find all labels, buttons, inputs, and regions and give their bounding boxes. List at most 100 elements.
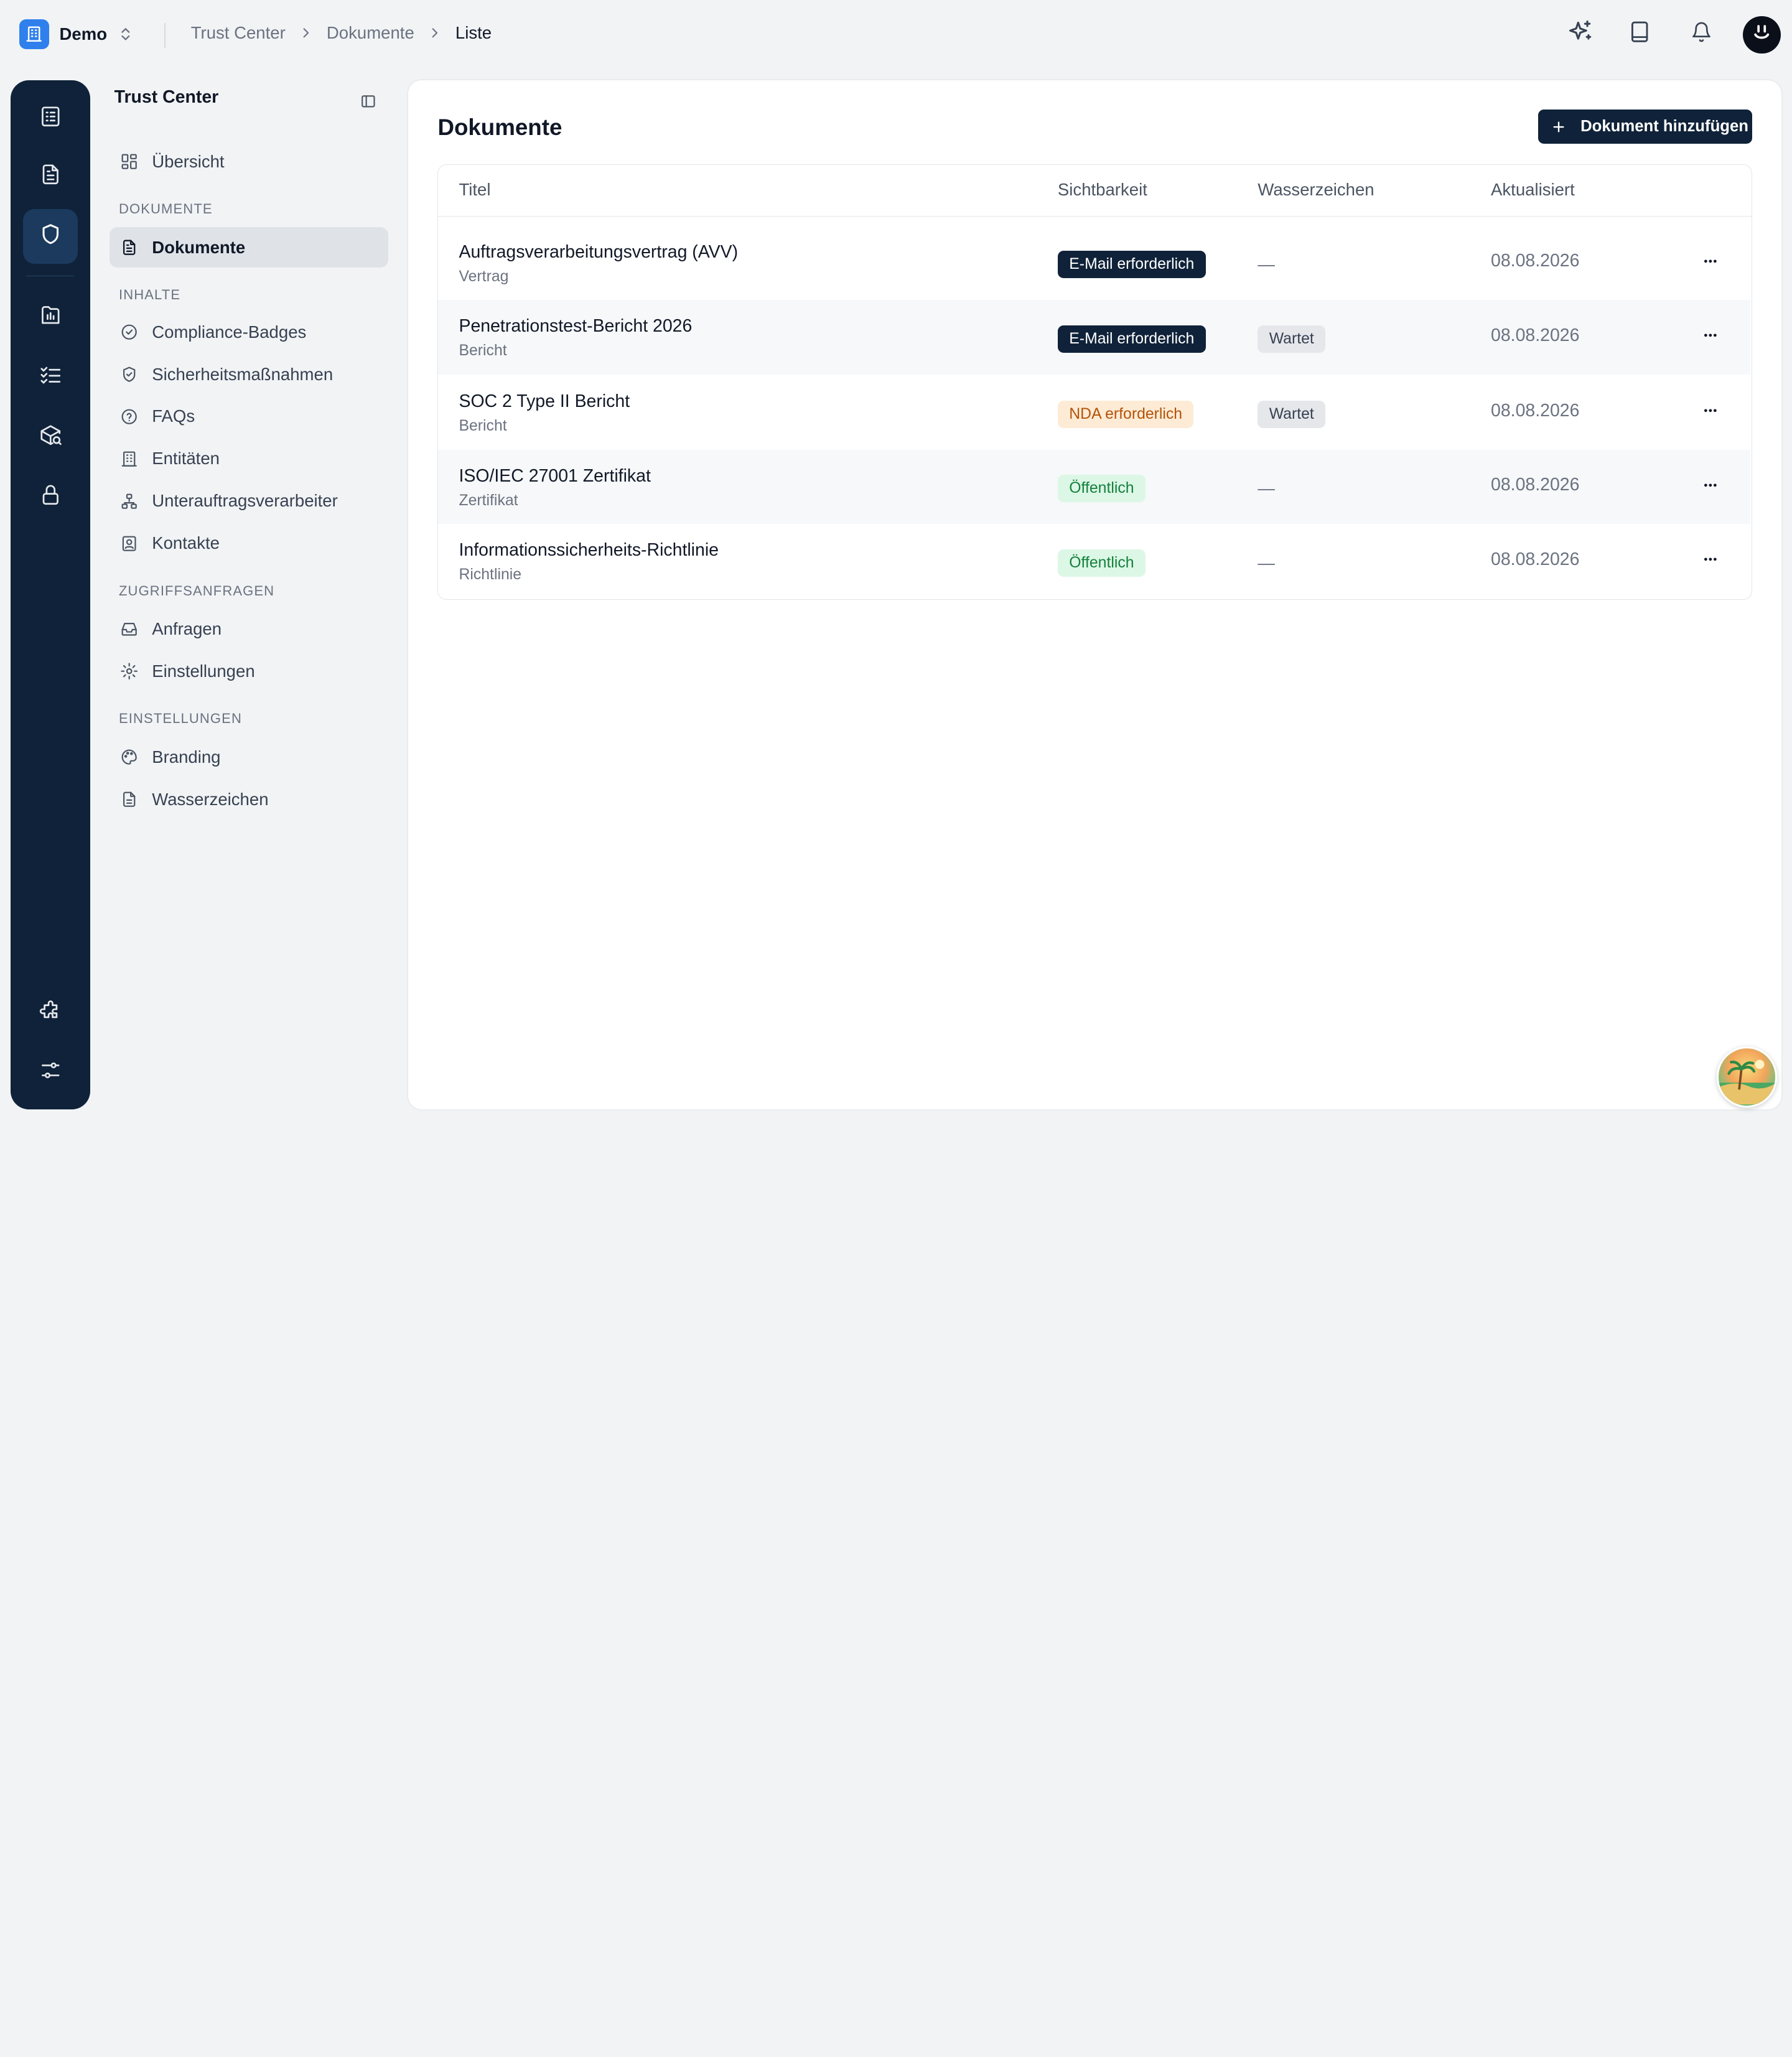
visibility-badge: NDA erforderlich xyxy=(1057,400,1194,428)
breadcrumb-dokumente[interactable]: Dokumente xyxy=(327,23,414,43)
document-icon xyxy=(39,162,63,192)
shield-icon xyxy=(39,222,63,251)
table-row[interactable]: Auftragsverarbeitungsvertrag (AVV) Vertr… xyxy=(438,226,1750,300)
task-list-icon xyxy=(39,105,63,134)
column-header-visibility[interactable]: Sichtbarkeit xyxy=(1058,180,1147,200)
building-icon xyxy=(120,450,138,468)
table-row[interactable]: Penetrationstest-Bericht 2026 Bericht E-… xyxy=(438,300,1750,375)
sidebar-item-branding[interactable]: Branding xyxy=(110,737,388,777)
package-search-icon xyxy=(39,423,63,452)
table-row[interactable]: Informationssicherheits-Richtlinie Richt… xyxy=(438,524,1750,598)
rail-security[interactable] xyxy=(23,470,78,525)
documents-table: Titel Sichtbarkeit Wasserzeichen Aktuali… xyxy=(437,164,1752,600)
docs-button[interactable] xyxy=(1624,18,1656,50)
collapse-sidebar-button[interactable] xyxy=(359,95,377,113)
updated-date: 08.08.2026 xyxy=(1491,400,1580,421)
main-content: Dokumente Dokument hinzufügen Titel Sich… xyxy=(408,80,1782,1110)
sidebar-item-subprocessors[interactable]: Unterauftragsverarbeiter xyxy=(110,481,388,521)
ai-assistant-button[interactable] xyxy=(1564,18,1596,50)
breadcrumb-current: Liste xyxy=(455,22,492,42)
sidebar-item-label: Einstellungen xyxy=(152,661,255,681)
checklist-icon xyxy=(39,363,63,392)
sidebar-item-access-settings[interactable]: Einstellungen xyxy=(110,651,388,691)
sidebar-item-label: Sicherheitsmaßnahmen xyxy=(152,364,334,384)
sidebar-item-label: Wasserzeichen xyxy=(152,789,269,809)
table-row[interactable]: ISO/IEC 27001 Zertifikat Zertifikat Öffe… xyxy=(438,449,1750,525)
sidebar-item-requests[interactable]: Anfragen xyxy=(110,609,388,649)
watermark-status: — xyxy=(1258,553,1275,572)
user-avatar[interactable] xyxy=(1742,16,1781,54)
sidebar-item-documents[interactable]: Dokumente xyxy=(110,227,389,268)
sidebar-item-watermark[interactable]: Wasserzeichen xyxy=(110,780,388,819)
document-title[interactable]: Penetrationstest-Bericht 2026 xyxy=(459,316,692,337)
section-label-settings: EINSTELLUNGEN xyxy=(119,711,242,727)
row-actions-button[interactable] xyxy=(1696,398,1725,428)
notifications-button[interactable] xyxy=(1686,18,1717,50)
rail-integrations[interactable] xyxy=(23,986,78,1041)
help-circle-icon xyxy=(120,408,138,426)
more-horizontal-icon xyxy=(1702,253,1719,274)
sidebar-item-overview[interactable]: Übersicht xyxy=(110,142,388,182)
updated-date: 08.08.2026 xyxy=(1491,325,1580,345)
breadcrumb-trust-center[interactable]: Trust Center xyxy=(191,23,286,43)
table-row[interactable]: SOC 2 Type II Bericht Bericht NDA erford… xyxy=(438,375,1750,449)
workspace-switcher[interactable]: Demo xyxy=(19,19,133,49)
chart-icon xyxy=(39,303,63,332)
rail-documents[interactable] xyxy=(23,150,78,205)
visibility-badge: E-Mail erforderlich xyxy=(1057,325,1206,353)
rail-settings[interactable] xyxy=(23,1046,78,1101)
sidebar-item-compliance-badges[interactable]: Compliance-Badges xyxy=(110,312,388,352)
column-header-watermark[interactable]: Wasserzeichen xyxy=(1258,180,1374,200)
sidebar-item-security-measures[interactable]: Sicherheitsmaßnahmen xyxy=(110,354,388,394)
document-title[interactable]: Auftragsverarbeitungsvertrag (AVV) xyxy=(459,242,738,263)
row-actions-button[interactable] xyxy=(1696,547,1725,577)
more-horizontal-icon xyxy=(1702,403,1719,424)
floating-support-avatar[interactable] xyxy=(1716,1047,1778,1108)
section-label-documents: DOKUMENTE xyxy=(119,201,213,217)
row-actions-button[interactable] xyxy=(1696,249,1725,279)
rail-vendors[interactable] xyxy=(23,410,78,465)
document-title[interactable]: SOC 2 Type II Bericht xyxy=(459,391,630,412)
sidebar-item-label: Branding xyxy=(152,747,221,767)
sidebar-item-entities[interactable]: Entitäten xyxy=(110,439,388,478)
page-title: Dokumente xyxy=(437,114,562,140)
visibility-badge: Öffentlich xyxy=(1057,549,1146,577)
row-actions-button[interactable] xyxy=(1696,473,1725,503)
rail-tasks[interactable] xyxy=(23,91,78,146)
plus-icon xyxy=(1552,120,1566,134)
sidebar-title: Trust Center xyxy=(114,86,219,107)
sidebar-item-contacts[interactable]: Kontakte xyxy=(110,523,388,563)
sidebar-item-label: Anfragen xyxy=(152,619,222,639)
updated-date: 08.08.2026 xyxy=(1491,549,1580,569)
sidebar-item-label: FAQs xyxy=(152,406,195,426)
column-header-title[interactable]: Titel xyxy=(459,180,490,200)
updated-date: 08.08.2026 xyxy=(1491,475,1580,495)
rail-reports[interactable] xyxy=(23,291,78,345)
chevron-right-icon xyxy=(298,25,314,41)
column-header-updated[interactable]: Aktualisiert xyxy=(1491,180,1575,200)
sidebar-item-faqs[interactable]: FAQs xyxy=(110,396,388,436)
gear-icon xyxy=(120,662,138,680)
top-bar: Demo Trust Center Dokumente Liste xyxy=(0,0,1792,68)
watermark-status: Wartet xyxy=(1258,325,1326,353)
contact-icon xyxy=(120,534,138,553)
document-title[interactable]: Informationssicherheits-Richtlinie xyxy=(459,540,718,561)
smiley-avatar-icon xyxy=(1749,20,1774,50)
more-horizontal-icon xyxy=(1702,327,1719,348)
document-title[interactable]: ISO/IEC 27001 Zertifikat xyxy=(459,466,650,487)
sidebar-item-label: Dokumente xyxy=(152,237,246,257)
book-icon xyxy=(1627,19,1652,49)
document-icon xyxy=(120,238,138,256)
palette-icon xyxy=(120,748,138,766)
inbox-icon xyxy=(120,620,138,638)
add-document-button[interactable]: Dokument hinzufügen xyxy=(1538,110,1752,144)
network-icon xyxy=(120,492,138,510)
section-label-access: ZUGRIFFSANFRAGEN xyxy=(119,582,275,599)
building-icon xyxy=(19,19,49,49)
sidebar-item-label: Übersicht xyxy=(152,151,225,171)
row-actions-button[interactable] xyxy=(1696,323,1725,353)
rail-checklist[interactable] xyxy=(23,350,78,404)
rail-trust-center[interactable] xyxy=(22,209,78,264)
grid-icon xyxy=(120,152,138,170)
app-rail xyxy=(10,80,91,1110)
